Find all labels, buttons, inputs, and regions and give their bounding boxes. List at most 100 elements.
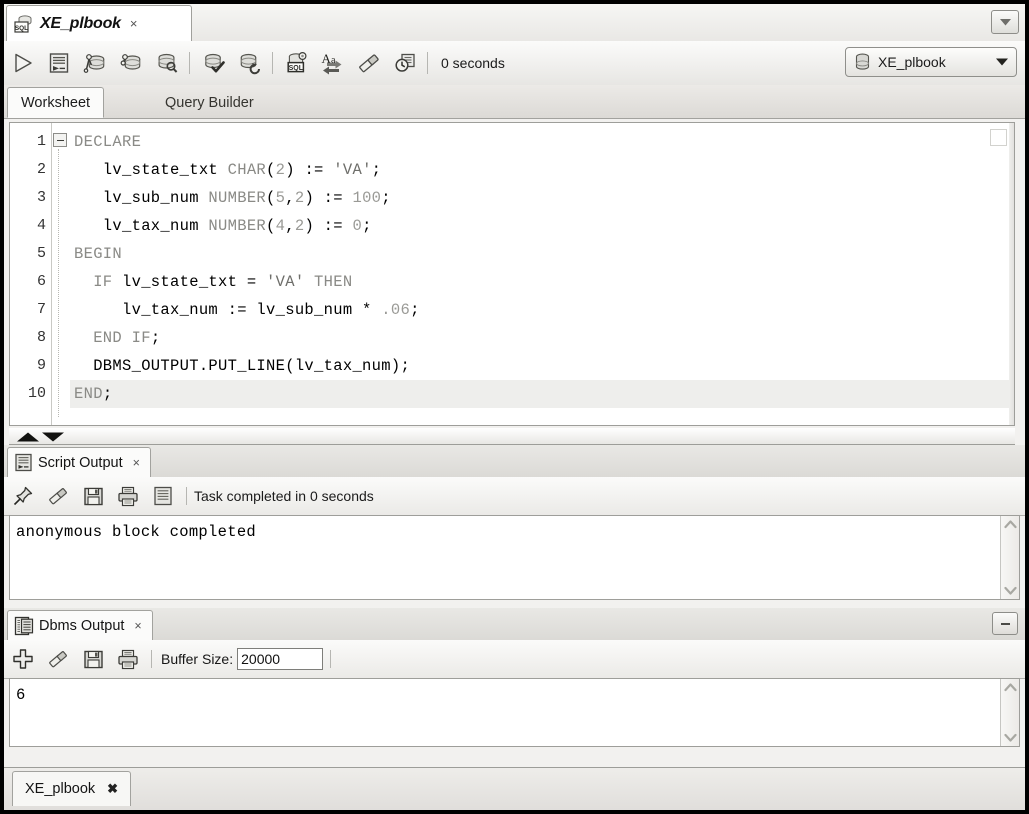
aa-format-icon: A a <box>320 51 346 75</box>
editor-scroll-rail[interactable] <box>1009 123 1014 425</box>
script-output-text-area[interactable]: anonymous block completed <box>9 515 1020 600</box>
chevron-down-icon[interactable] <box>1003 732 1017 743</box>
close-icon[interactable]: × <box>133 456 140 470</box>
script-output-toolbar: Task completed in 0 seconds <box>4 477 1025 516</box>
connection-name-label: XE_plbook <box>878 54 946 70</box>
clear-dbms-output-button[interactable] <box>42 644 74 674</box>
printer-icon <box>117 649 139 670</box>
eraser-icon <box>357 51 381 75</box>
commit-button[interactable] <box>78 46 112 80</box>
editor-line-number: 8 <box>36 329 46 346</box>
sql-code-editor[interactable]: 1 2 3 4 5 6 7 8 9 10 DECLARE lv_state_txt CHAR(2)… <box>9 122 1015 426</box>
tab-worksheet[interactable]: Worksheet <box>7 87 105 118</box>
dbms-output-toolbar-separator-1 <box>151 650 152 668</box>
printer-icon <box>117 486 139 507</box>
unshared-sql-button[interactable] <box>150 46 184 80</box>
bottom-tab-strip: XE_plbook ✖ <box>4 767 1025 810</box>
document-tab-xe-plbook[interactable]: SQL XE_plbook × <box>6 5 192 41</box>
rollback-database-icon <box>119 51 143 75</box>
buffer-size-input[interactable] <box>237 648 324 670</box>
pin-output-button[interactable] <box>7 481 39 511</box>
script-output-toolbar-separator <box>186 487 187 505</box>
sql-worksheet-icon: SQL <box>13 13 35 35</box>
document-tab-label: XE_plbook <box>40 14 121 32</box>
toolbar-separator-3 <box>427 52 428 74</box>
editor-code-line: lv_tax_num := lv_sub_num * .06; <box>74 301 420 319</box>
fold-minus-icon[interactable] <box>53 133 67 147</box>
editor-code-line: END IF; <box>93 329 161 347</box>
bottom-tab-label: XE_plbook <box>25 781 96 797</box>
rollback-button[interactable] <box>114 46 148 80</box>
autotrace-button[interactable] <box>233 46 267 80</box>
print-output-button[interactable] <box>112 481 144 511</box>
sql-history-button[interactable]: SQL <box>280 46 314 80</box>
script-page-icon <box>153 486 173 506</box>
dbms-output-toolbar-separator-2 <box>330 650 332 668</box>
tab-query-builder[interactable]: Query Builder <box>152 87 267 118</box>
toolbar-separator-1 <box>189 52 190 74</box>
clear-output-button[interactable] <box>42 481 74 511</box>
editor-line-number: 7 <box>36 301 46 318</box>
tab-script-output[interactable]: Script Output × <box>7 447 151 477</box>
editor-code-line: DECLARE <box>74 133 142 151</box>
run-statement-button[interactable] <box>6 46 40 80</box>
database-search-icon <box>155 51 179 75</box>
editor-code-line: lv_tax_num NUMBER(4,2) := 0; <box>74 217 372 235</box>
tab-worksheet-label: Worksheet <box>21 94 91 111</box>
editor-code-area[interactable]: DECLARE lv_state_txt CHAR(2) := 'VA'; lv… <box>70 123 1014 425</box>
pin-icon <box>12 485 34 507</box>
chevron-down-icon[interactable] <box>1003 585 1017 596</box>
editor-output-splitter[interactable] <box>9 428 1015 445</box>
close-icon[interactable]: × <box>130 16 138 31</box>
chevron-up-icon[interactable] <box>1003 682 1017 693</box>
explain-plan-button[interactable] <box>197 46 231 80</box>
plus-icon <box>12 648 34 670</box>
editor-line-number-gutter: 1 2 3 4 5 6 7 8 9 10 <box>10 123 52 425</box>
dbms-output-panel: Dbms Output × Buffer Size: 20000 6 <box>4 608 1025 762</box>
editor-line-number: 5 <box>36 245 46 262</box>
tab-query-builder-label: Query Builder <box>165 94 254 111</box>
close-icon[interactable]: × <box>134 619 141 633</box>
tab-dbms-output[interactable]: Dbms Output × <box>7 610 153 640</box>
minimize-icon <box>1000 622 1010 625</box>
editor-line-number: 10 <box>27 385 46 402</box>
run-script-button[interactable] <box>42 46 76 80</box>
enable-dbms-output-button[interactable] <box>7 644 39 674</box>
wrap-output-button[interactable] <box>147 481 179 511</box>
editor-code-line: END; <box>70 380 1014 408</box>
editor-line-number: 2 <box>36 161 46 178</box>
save-dbms-output-button[interactable] <box>77 644 109 674</box>
dbms-output-content: 6 <box>16 686 26 704</box>
editor-code-line: IF lv_state_txt = 'VA' THEN <box>93 273 353 291</box>
print-dbms-output-button[interactable] <box>112 644 144 674</box>
play-triangle-icon <box>11 51 35 75</box>
triangle-down-icon[interactable] <box>986 58 1008 66</box>
editor-code-line: lv_state_txt CHAR(2) := 'VA'; <box>74 161 382 179</box>
dbms-output-minimize-button[interactable] <box>992 612 1018 635</box>
dbms-output-scrollbar[interactable] <box>1000 679 1019 746</box>
close-icon[interactable]: ✖ <box>107 781 118 797</box>
sqldeveloper-window: SQL XE_plbook × SQL A a 0 seconds XE_plb… <box>0 0 1029 814</box>
chevron-down-icon <box>999 18 1011 26</box>
connection-selector[interactable]: XE_plbook <box>845 47 1017 77</box>
svg-text:SQL: SQL <box>289 65 304 72</box>
elapsed-time-label: 0 seconds <box>441 55 505 71</box>
bottom-tab-xe-plbook[interactable]: XE_plbook ✖ <box>12 771 132 806</box>
script-output-scrollbar[interactable] <box>1000 516 1019 599</box>
save-output-button[interactable] <box>77 481 109 511</box>
chevron-up-icon[interactable] <box>1003 519 1017 530</box>
script-output-status-label: Task completed in 0 seconds <box>194 488 374 504</box>
dbms-output-text-area[interactable]: 6 <box>9 678 1020 747</box>
eraser-icon <box>47 648 69 670</box>
history-button[interactable] <box>388 46 422 80</box>
document-list-dropdown-button[interactable] <box>991 10 1019 34</box>
triangle-down-icon[interactable] <box>42 432 64 442</box>
format-button[interactable]: A a <box>316 46 350 80</box>
editor-fold-column <box>52 123 70 425</box>
script-output-content: anonymous block completed <box>16 523 257 541</box>
clear-button[interactable] <box>352 46 386 80</box>
triangle-up-icon[interactable] <box>17 432 39 442</box>
worksheet-tab-strip: Worksheet Query Builder <box>4 85 1025 119</box>
sql-gear-icon: SQL <box>285 51 309 75</box>
editor-line-number: 1 <box>36 133 46 150</box>
